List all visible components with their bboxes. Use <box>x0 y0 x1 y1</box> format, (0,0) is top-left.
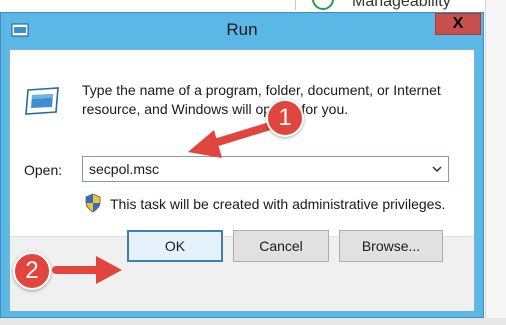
cancel-button[interactable]: Cancel <box>233 230 329 262</box>
dialog-content-area: Type the name of a program, folder, docu… <box>10 50 474 236</box>
close-icon: X <box>452 15 464 32</box>
dialog-body: Type the name of a program, folder, docu… <box>9 49 475 311</box>
browse-button[interactable]: Browse... <box>339 230 443 262</box>
background-manageability-label: Manageability <box>352 0 451 10</box>
open-label: Open: <box>24 162 63 178</box>
background-divider <box>295 0 296 10</box>
run-dialog: Run X Type the name of a program, folder… <box>0 12 484 318</box>
uac-shield-icon <box>85 193 101 213</box>
background-bottom-strip <box>0 318 506 325</box>
step-1-badge: 1 <box>266 99 304 137</box>
step-2-badge: 2 <box>13 252 51 290</box>
open-combobox[interactable]: secpol.msc <box>82 156 449 182</box>
admin-privileges-note: This task will be created with administr… <box>110 196 446 212</box>
title-bar[interactable]: Run X <box>1 13 483 49</box>
ok-button[interactable]: OK <box>127 230 223 262</box>
open-input-value[interactable]: secpol.msc <box>89 161 159 177</box>
dialog-title: Run <box>226 20 258 39</box>
run-large-icon <box>25 87 59 115</box>
check-circle-icon <box>312 0 334 10</box>
background-scroll-strip <box>485 0 506 325</box>
close-button[interactable]: X <box>435 13 481 35</box>
chevron-down-icon[interactable] <box>430 161 444 177</box>
